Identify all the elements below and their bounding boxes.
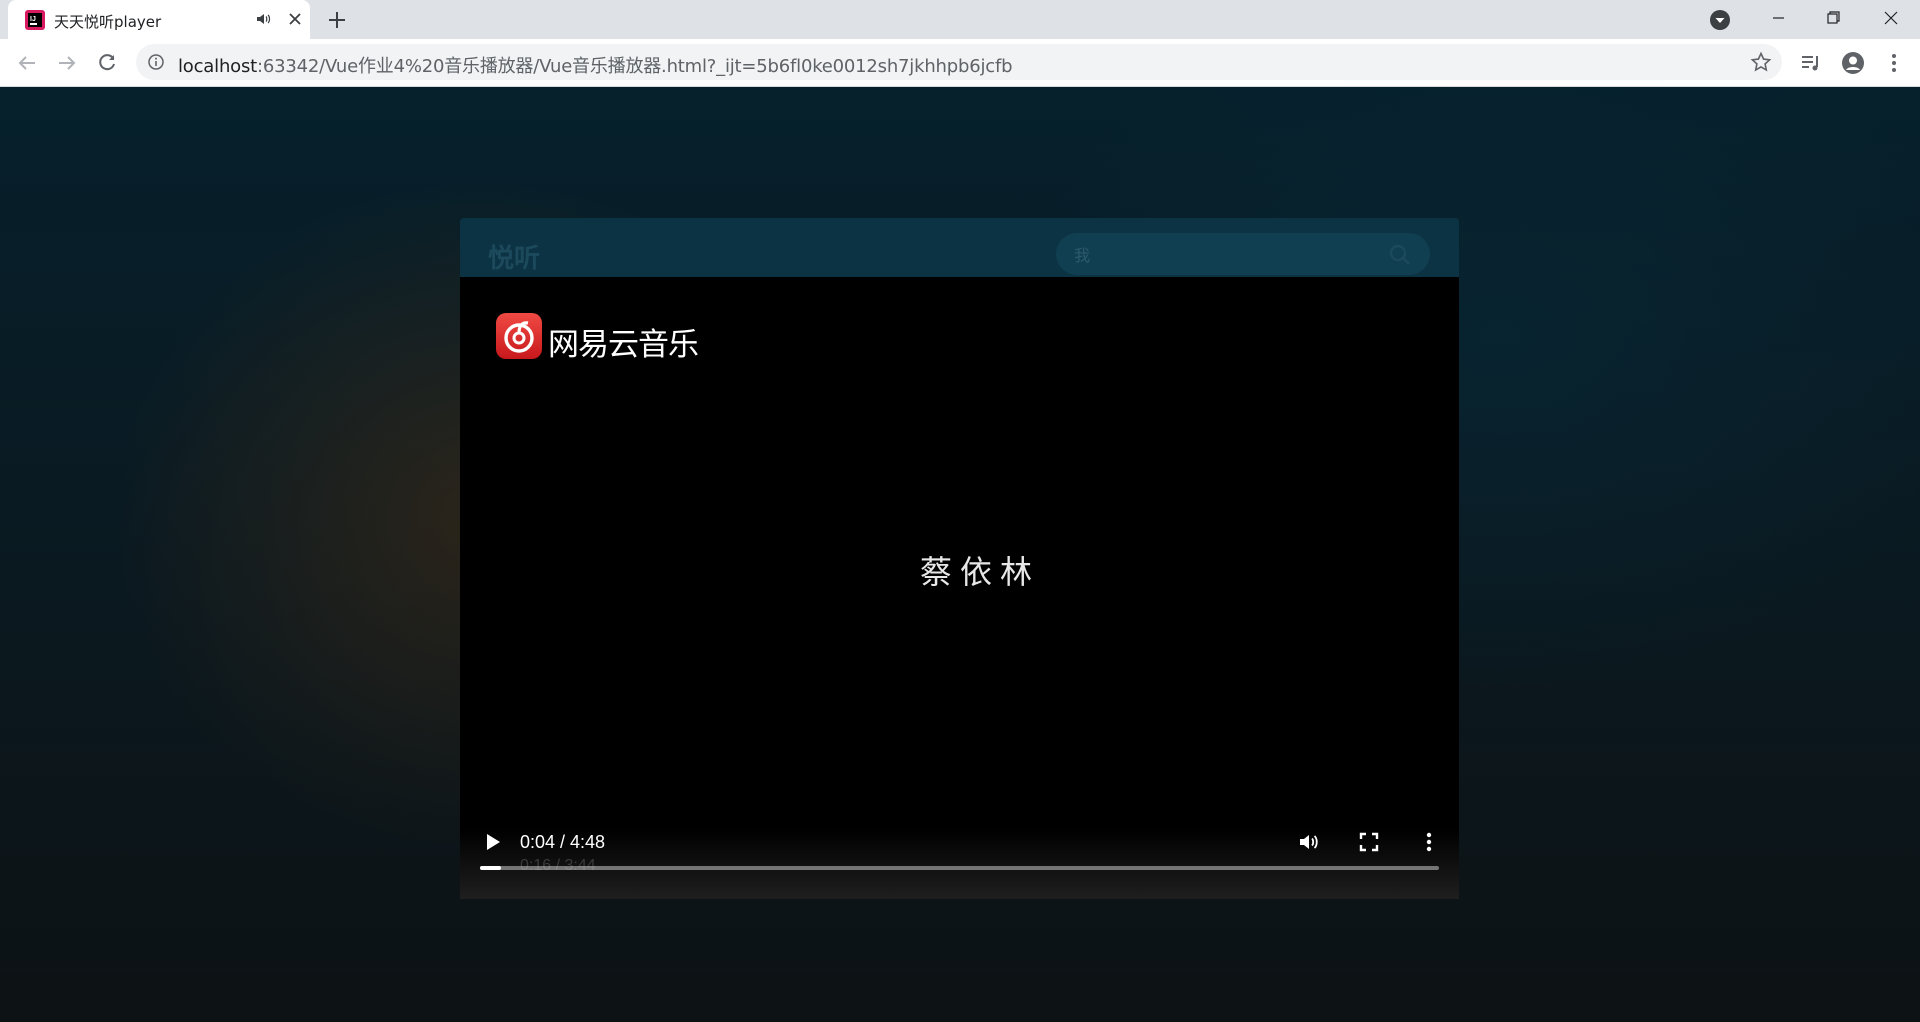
search-icon[interactable] (1388, 243, 1412, 267)
jetbrains-icon: IJ (25, 10, 45, 30)
fullscreen-icon[interactable] (1357, 830, 1381, 854)
address-host: localhost (178, 56, 257, 77)
minimize-icon[interactable] (1755, 4, 1801, 32)
bookmark-star-icon[interactable] (1750, 51, 1772, 73)
browser-tabstrip: IJ 天天悦听player (0, 0, 1920, 39)
time-display: 0:04 / 4:48 (520, 832, 606, 852)
tab-search-icon[interactable] (1709, 9, 1731, 31)
seek-bar[interactable] (480, 866, 1439, 870)
play-icon[interactable] (480, 830, 504, 854)
netease-logo-icon (496, 313, 542, 359)
kebab-menu-icon[interactable] (1882, 51, 1906, 75)
volume-icon[interactable] (1297, 830, 1321, 854)
media-queue-icon[interactable] (1799, 51, 1823, 75)
more-options-icon[interactable] (1417, 830, 1441, 854)
forward-icon[interactable] (55, 51, 79, 75)
tab-title: 天天悦听player (54, 13, 162, 31)
restore-icon[interactable] (1810, 4, 1856, 32)
back-icon[interactable] (15, 51, 39, 75)
app-logo: 悦听 (488, 244, 541, 274)
reload-icon[interactable] (95, 51, 119, 75)
artist-name: 蔡依林 (919, 553, 1040, 591)
seek-bar-fill (480, 866, 502, 870)
browser-toolbar: localhost:63342/Vue作业4%20音乐播放器/Vue音乐播放器.… (0, 39, 1920, 87)
brand-text: 网易云音乐 (548, 327, 699, 363)
svg-text:IJ: IJ (30, 16, 36, 23)
address-path: :63342/Vue作业4%20音乐播放器/Vue音乐播放器.html?_ijt… (257, 56, 1013, 77)
browser-tab[interactable]: IJ 天天悦听player (8, 0, 310, 39)
address-bar[interactable]: localhost:63342/Vue作业4%20音乐播放器/Vue音乐播放器.… (136, 44, 1782, 80)
plus-icon[interactable] (325, 8, 349, 32)
page-background: 悦听 网易云音乐 蔡依林 0:16 / 3:44 (0, 87, 1920, 1022)
profile-avatar-icon[interactable] (1841, 51, 1865, 75)
info-icon[interactable] (148, 54, 164, 70)
mv-video-player[interactable]: 网易云音乐 蔡依林 0:16 / 3:44 0:04 / 4:48 (460, 277, 1459, 899)
window-close-icon[interactable] (1868, 4, 1914, 32)
address-url[interactable]: localhost:63342/Vue作业4%20音乐播放器/Vue音乐播放器.… (178, 52, 1013, 78)
search-box (1056, 233, 1430, 275)
search-input[interactable] (1074, 241, 1374, 267)
player-header: 悦听 (460, 218, 1459, 278)
speaker-icon[interactable] (255, 11, 271, 27)
close-icon[interactable] (285, 9, 305, 29)
